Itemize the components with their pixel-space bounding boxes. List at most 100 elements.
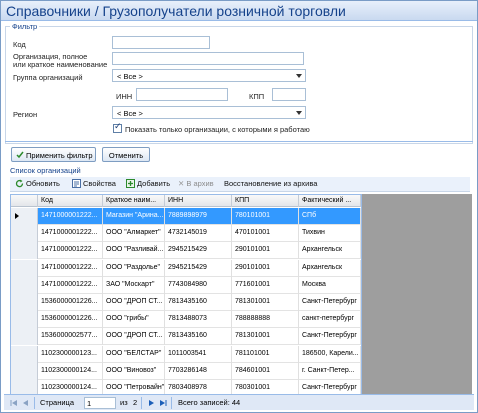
row-selector[interactable]: [11, 328, 38, 346]
table-row[interactable]: 1102300000124... ООО "Петровайн" 780340897…: [11, 380, 361, 394]
table-cell: 290101001: [232, 242, 299, 260]
prev-page-icon[interactable]: [22, 399, 30, 407]
table-cell: ООО "Раздолье": [103, 259, 165, 277]
org-label-line2: или краткое наименование: [13, 60, 108, 69]
filter-legend: Фильтр: [10, 22, 40, 31]
table-cell: 784601001: [232, 362, 299, 380]
table-cell: 2945215429: [165, 242, 232, 260]
table-cell: ООО "ДРОП СТ...: [103, 328, 165, 346]
chevron-down-icon: [296, 74, 302, 78]
table-row[interactable]: 1536000002577... ООО "ДРОП СТ... 781343516…: [11, 328, 361, 346]
close-icon: ✕: [178, 179, 185, 188]
column-header[interactable]: Код: [38, 195, 103, 207]
table-row[interactable]: 1536000001226... ООО "грибы" 7813488073 788…: [11, 311, 361, 329]
row-selector[interactable]: [11, 294, 38, 311]
table-cell: 1471000001222...: [38, 225, 103, 243]
list-legend: Список организаций: [10, 166, 81, 175]
filter-apply-icon: [16, 151, 24, 159]
column-header[interactable]: КПП: [232, 195, 299, 207]
page-input[interactable]: 1: [84, 397, 116, 409]
row-selector[interactable]: [11, 380, 38, 394]
table-cell: 781101001: [232, 345, 299, 363]
archive-button[interactable]: ✕ В архив: [178, 179, 214, 188]
row-selector[interactable]: [11, 259, 38, 277]
group-select[interactable]: < Все >: [112, 69, 306, 82]
properties-button[interactable]: Свойства: [72, 179, 116, 188]
table-row[interactable]: 1471000001222... ООО "Алмаркет" 4732145019…: [11, 225, 361, 243]
table-cell: Тихвин: [299, 225, 361, 243]
table-row[interactable]: 1471000001222... Магазин "Арина... 7889898…: [11, 208, 361, 225]
page-label: Страница: [40, 398, 74, 407]
row-selector[interactable]: [11, 311, 38, 329]
apply-filter-button[interactable]: Применить фильтр: [11, 147, 96, 162]
refresh-button[interactable]: Обновить: [15, 179, 60, 188]
group-select-value: < Все >: [117, 72, 143, 81]
apply-filter-label: Применить фильтр: [26, 151, 93, 160]
table-cell: Москва: [299, 276, 361, 294]
table-cell: 7889898979: [165, 208, 232, 225]
table-cell: 7813488073: [165, 311, 232, 329]
column-header[interactable]: Фактический ...: [299, 195, 361, 207]
table-cell: 1011003541: [165, 345, 232, 363]
row-selector[interactable]: [11, 276, 38, 294]
table-cell: 781301001: [232, 328, 299, 346]
table-cell: Санкт-Петербург: [299, 328, 361, 346]
add-button[interactable]: Добавить: [126, 179, 170, 188]
title-bar: Справочники / Грузополучатели розничной …: [1, 1, 477, 21]
kpp-input[interactable]: [272, 88, 306, 101]
org-name-input[interactable]: [112, 52, 304, 65]
row-selector[interactable]: [11, 362, 38, 380]
table-cell: 780301001: [232, 380, 299, 394]
only-mine-label: Показать только организации, с которыми …: [125, 125, 310, 134]
restore-button[interactable]: Восстановление из архива: [224, 179, 317, 188]
table-row[interactable]: 1471000001222... ООО "Разливай... 29452154…: [11, 242, 361, 260]
table-cell: 1471000001222...: [38, 259, 103, 277]
table-row[interactable]: 1471000001222... ЗАО "Москарт" 7743084980 7…: [11, 276, 361, 294]
table-row[interactable]: 1102300000123... ООО "БЕЛСТАР" 1011003541 7…: [11, 345, 361, 363]
separator: [141, 397, 142, 409]
cancel-filter-label: Отменить: [108, 151, 144, 160]
restore-label: Восстановление из архива: [224, 179, 318, 188]
group-label: Группа организаций: [13, 73, 83, 82]
table-cell: Архангельск: [299, 259, 361, 277]
first-page-icon[interactable]: [10, 399, 18, 407]
next-page-icon[interactable]: [147, 399, 155, 407]
row-selector[interactable]: [11, 242, 38, 260]
table-row[interactable]: 1471000001222... ООО "Раздолье" 2945215429…: [11, 259, 361, 277]
only-mine-checkbox[interactable]: [113, 122, 122, 133]
table-cell: ООО "Разливай...: [103, 242, 165, 260]
table-cell: Архангельск: [299, 242, 361, 260]
chevron-down-icon: [296, 111, 302, 115]
row-selector[interactable]: [11, 208, 38, 225]
cancel-filter-button[interactable]: Отменить: [102, 147, 150, 162]
inn-label: ИНН: [116, 92, 133, 101]
column-header[interactable]: Краткое наим...: [103, 195, 165, 207]
table-cell: 290101001: [232, 259, 299, 277]
table-cell: Санкт-Петербург: [299, 380, 361, 394]
separator: [171, 397, 172, 409]
table-cell: 7803408978: [165, 380, 232, 394]
table-cell: 788888888: [232, 311, 299, 329]
row-selector[interactable]: [11, 345, 38, 363]
table-cell: 4732145019: [165, 225, 232, 243]
last-page-icon[interactable]: [159, 399, 167, 407]
separator: [34, 397, 35, 409]
organizations-table: Код Краткое наим... ИНН КПП Фактический …: [10, 194, 362, 395]
region-select[interactable]: < Все >: [112, 106, 306, 119]
code-input[interactable]: [112, 36, 210, 49]
table-cell: Магазин "Арина...: [103, 208, 165, 225]
table-row[interactable]: 1536000001226... ООО "ДРОП СТ... 781343516…: [11, 294, 361, 311]
divider: [5, 141, 473, 142]
row-selector[interactable]: [11, 225, 38, 243]
table-cell: 7743084980: [165, 276, 232, 294]
inn-input[interactable]: [136, 88, 228, 101]
window-title: Справочники / Грузополучатели розничной …: [6, 3, 346, 19]
table-cell: 470101001: [232, 225, 299, 243]
list-toolbar: Обновить Свойства Добавить ✕ В архив Вос…: [10, 177, 470, 192]
table-row[interactable]: 1102300000124... ООО "Виновоз" 7703286148 7…: [11, 362, 361, 380]
column-header[interactable]: ИНН: [165, 195, 232, 207]
table-cell: ЗАО "Москарт": [103, 276, 165, 294]
table-cell: 7703286148: [165, 362, 232, 380]
table-cell: ООО "грибы": [103, 311, 165, 329]
table-cell: 1471000001222...: [38, 208, 103, 225]
